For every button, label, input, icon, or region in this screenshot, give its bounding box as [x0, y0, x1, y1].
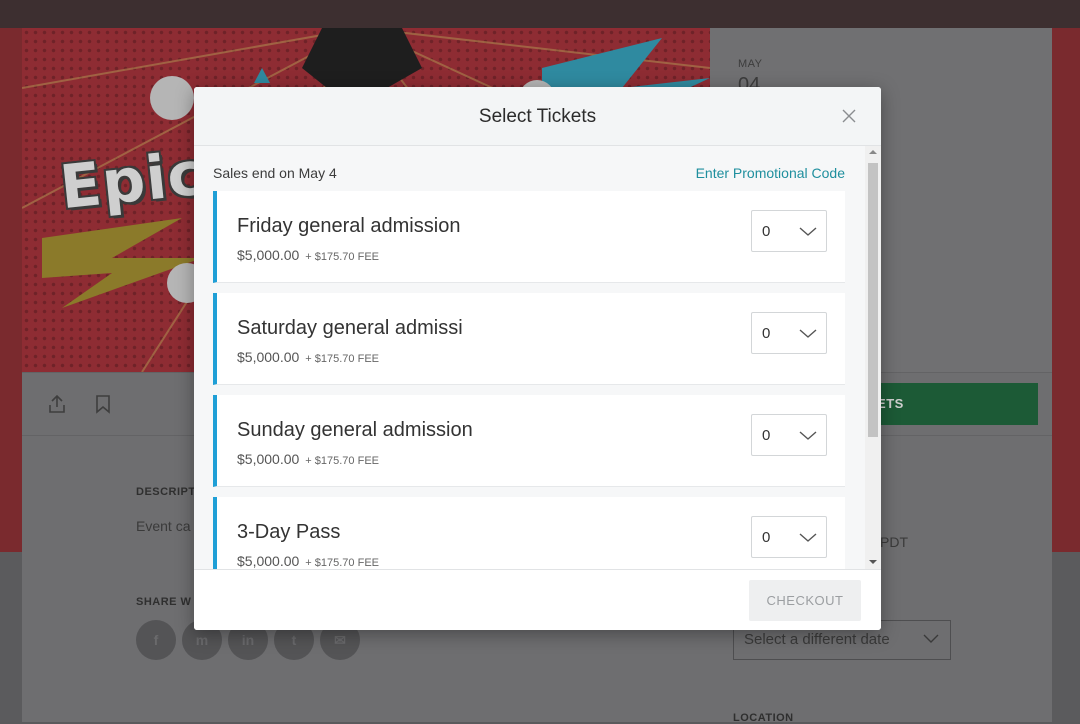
ticket-row: Saturday general admissi $5,000.00 + $175… — [213, 293, 845, 385]
scroll-up-arrow-icon[interactable] — [869, 150, 877, 154]
modal-title: Select Tickets — [478, 106, 597, 127]
hero-title-text: Epic — [56, 138, 208, 224]
ticket-name: 3-Day Pass — [237, 521, 341, 543]
date-select-label: Select a different date — [744, 631, 890, 648]
modal-footer: CHECKOUT — [194, 569, 881, 630]
promo-code-link[interactable]: Enter Promotional Code — [696, 165, 845, 181]
chevron-down-icon — [799, 431, 817, 440]
ticket-price: $5,000.00 + $175.70 FEE — [237, 349, 379, 365]
location-label: LOCATION — [733, 712, 794, 724]
ticket-price-value: $5,000.00 — [237, 247, 300, 263]
ticket-price: $5,000.00 + $175.70 FEE — [237, 451, 379, 467]
ticket-price: $5,000.00 + $175.70 FEE — [237, 247, 379, 263]
quantity-select[interactable]: 0 — [751, 516, 827, 558]
ticket-row: Sunday general admission $5,000.00 + $175… — [213, 395, 845, 487]
event-time-text: PDT — [880, 534, 908, 550]
checkout-button[interactable]: CHECKOUT — [749, 580, 861, 621]
ticket-name: Sunday general admission — [237, 419, 473, 441]
chevron-down-icon — [799, 533, 817, 542]
bookmark-icon[interactable] — [92, 393, 114, 415]
quantity-select[interactable]: 0 — [751, 312, 827, 354]
facebook-icon[interactable]: f — [136, 620, 176, 660]
ticket-fee: + $175.70 FEE — [305, 557, 379, 569]
scroll-down-arrow-icon[interactable] — [869, 560, 877, 564]
ticket-price-value: $5,000.00 — [237, 349, 300, 365]
modal-header: Select Tickets — [194, 87, 881, 146]
modal-scrollbar[interactable] — [865, 146, 881, 569]
scroll-thumb[interactable] — [868, 163, 878, 437]
chevron-down-icon — [923, 634, 939, 643]
sales-end-text: Sales end on May 4 — [213, 165, 337, 181]
close-icon[interactable] — [841, 108, 857, 124]
select-tickets-modal: Select Tickets Sales end on May 4 Enter … — [194, 87, 881, 630]
ticket-price-value: $5,000.00 — [237, 553, 300, 569]
quantity-value: 0 — [762, 223, 771, 240]
description-text: Event ca — [136, 518, 191, 534]
ticket-name: Friday general admission — [237, 215, 461, 237]
quantity-value: 0 — [762, 529, 771, 546]
share-icon[interactable] — [46, 393, 68, 415]
ticket-price-value: $5,000.00 — [237, 451, 300, 467]
chevron-down-icon — [799, 329, 817, 338]
ticket-fee: + $175.70 FEE — [305, 353, 379, 365]
chevron-down-icon — [799, 227, 817, 236]
ticket-row: 3-Day Pass $5,000.00 + $175.70 FEE 0 — [213, 497, 845, 569]
top-bar — [0, 0, 1080, 28]
ticket-fee: + $175.70 FEE — [305, 455, 379, 467]
description-label: DESCRIPT — [136, 486, 196, 498]
quantity-value: 0 — [762, 325, 771, 342]
ticket-row: Friday general admission $5,000.00 + $175… — [213, 191, 845, 283]
ticket-name: Saturday general admissi — [237, 317, 463, 339]
event-date-month: MAY — [738, 58, 763, 70]
quantity-select[interactable]: 0 — [751, 210, 827, 252]
ticket-list: Sales end on May 4 Enter Promotional Cod… — [194, 146, 881, 569]
ticket-fee: + $175.70 FEE — [305, 251, 379, 263]
quantity-select[interactable]: 0 — [751, 414, 827, 456]
share-label: SHARE W — [136, 596, 192, 608]
ticket-price: $5,000.00 + $175.70 FEE — [237, 553, 379, 569]
quantity-value: 0 — [762, 427, 771, 444]
